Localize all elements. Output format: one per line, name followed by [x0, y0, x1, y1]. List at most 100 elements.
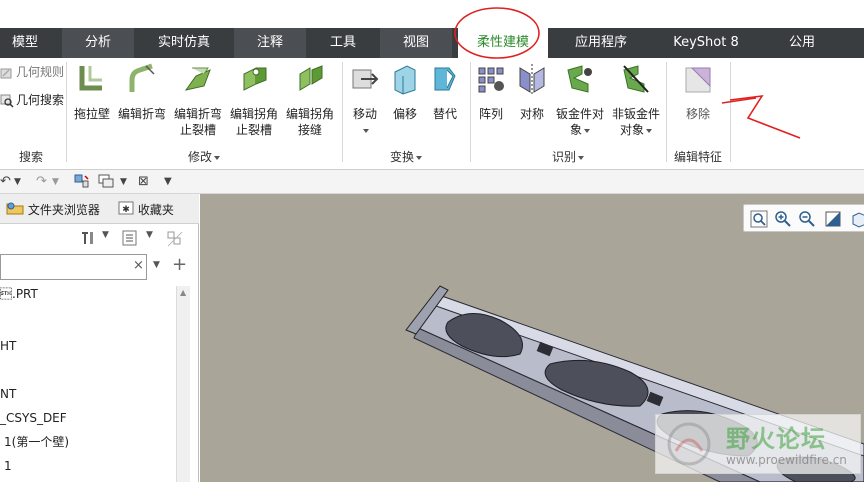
chevron-down-icon: [416, 155, 422, 160]
tab-folder-browser[interactable]: 文件夹浏览器: [6, 200, 100, 218]
tab-favorites[interactable]: ✱ 收藏夹: [118, 200, 174, 218]
pull-wall-button[interactable]: 拖拉壁: [64, 62, 120, 122]
undo-dropdown-icon[interactable]: ▼: [14, 173, 21, 191]
tab-flexible-modeling[interactable]: 柔性建模: [458, 28, 548, 58]
group-label-modify[interactable]: 修改: [66, 148, 342, 165]
geometry-rule-button[interactable]: 几何规则: [0, 62, 64, 82]
geometry-rule-label: 几何规则: [16, 65, 65, 79]
forum-watermark: 野火论坛 www.proewildfire.cn: [655, 414, 861, 474]
tree-toolbar: ▼ ▼: [0, 224, 199, 252]
remove-label: 移除: [685, 107, 710, 121]
windows-icon[interactable]: [98, 173, 114, 191]
tree-item-csys[interactable]: _CSYS_DEF: [0, 408, 67, 428]
tree-item-feature[interactable]: 1: [4, 456, 12, 476]
model-tree-panel: 文件夹浏览器 ✱ 收藏夹 ▼ ▼ × ▼ + .PRT HT NT _CSYS…: [0, 194, 199, 482]
watermark-url: www.proewildfire.cn: [726, 453, 847, 467]
non-sheetmetal-object-button[interactable]: 非钣金件 对象: [608, 62, 664, 138]
edit-bend-relief-button[interactable]: 编辑折弯 止裂槽: [170, 62, 226, 138]
edit-corner-relief-label-2: 止裂槽: [235, 123, 272, 137]
graphics-viewport[interactable]: 野火论坛 www.proewildfire.cn: [200, 194, 864, 482]
add-filter-icon[interactable]: +: [172, 254, 187, 275]
edit-corner-seam-button[interactable]: 编辑拐角 接缝: [282, 62, 338, 138]
redo-dropdown-icon[interactable]: ▼: [52, 173, 59, 191]
symmetry-icon: [516, 62, 548, 96]
edit-corner-relief-icon: [238, 62, 270, 96]
saved-orientations-icon[interactable]: [850, 210, 864, 228]
group-label-search: 搜索: [18, 150, 43, 164]
chevron-down-icon: [363, 128, 369, 133]
pull-wall-label: 拖拉壁: [73, 107, 110, 121]
move-label: 移动: [352, 107, 377, 121]
navigator-tabs: 文件夹浏览器 ✱ 收藏夹: [0, 194, 199, 224]
zoom-in-icon[interactable]: [774, 210, 792, 228]
tab-applications[interactable]: 应用程序: [552, 28, 650, 58]
geometry-rule-icon: [0, 66, 14, 80]
show-list-dropdown-icon[interactable]: ▼: [146, 230, 153, 240]
edit-corner-seam-icon: [294, 62, 326, 96]
undo-icon[interactable]: ↶: [0, 173, 11, 191]
watermark-text: 野火论坛: [726, 425, 826, 453]
edit-corner-seam-label-2: 接缝: [297, 123, 322, 137]
group-label-edit-feature: 编辑特征: [673, 150, 722, 164]
tab-simulation[interactable]: 实时仿真: [134, 28, 234, 58]
chevron-down-icon: [214, 155, 220, 160]
tab-analysis[interactable]: 分析: [62, 28, 134, 58]
tree-item-front-plane[interactable]: NT: [0, 384, 16, 404]
show-list-icon[interactable]: [122, 230, 138, 249]
quick-access-toolbar: ↶ ▼ ↷ ▼ ▼ ⊠ ▼: [0, 170, 864, 194]
tree-scrollbar[interactable]: ▲: [176, 286, 190, 482]
tab-view[interactable]: 视图: [380, 28, 452, 58]
zoom-out-icon[interactable]: [798, 210, 816, 228]
geometry-search-button[interactable]: 几何搜索: [0, 90, 64, 110]
edit-bend-relief-label-1: 编辑折弯: [173, 107, 222, 121]
folder-icon: [6, 200, 24, 221]
edit-corner-relief-label-1: 编辑拐角: [229, 107, 278, 121]
tab-annotate[interactable]: 注释: [234, 28, 306, 58]
svg-text:✱: ✱: [122, 205, 130, 215]
scroll-up-icon[interactable]: ▲: [180, 288, 186, 297]
tree-search-input[interactable]: [0, 254, 147, 280]
tab-common[interactable]: 公用: [762, 28, 842, 58]
tab-tools[interactable]: 工具: [306, 28, 380, 58]
edit-bend-icon: [126, 62, 158, 96]
remove-button[interactable]: 移除: [670, 62, 726, 122]
non-sheetmetal-object-icon: [620, 62, 652, 96]
group-separator: [730, 62, 731, 162]
sheetmetal-object-label-1: 钣金件对: [555, 107, 604, 121]
non-sheetmetal-object-label-1: 非钣金件: [611, 107, 660, 121]
tab-model[interactable]: 模型: [0, 28, 50, 58]
tree-item-right-plane[interactable]: HT: [0, 336, 16, 356]
edit-bend-button[interactable]: 编辑折弯: [114, 62, 170, 122]
replace-icon: [429, 62, 461, 96]
repaint-icon[interactable]: [824, 210, 842, 228]
refit-icon[interactable]: [750, 210, 768, 228]
window-top-strip: [0, 0, 864, 28]
tree-item-root-part[interactable]: .PRT: [0, 284, 38, 304]
chevron-down-icon: [584, 128, 590, 133]
ribbon-tabbar: 模型 分析 实时仿真 注释 工具 视图 柔性建模 应用程序 KeyShot 8 …: [0, 28, 864, 58]
tree-settings-icon[interactable]: [80, 230, 96, 249]
sheetmetal-object-button[interactable]: 钣金件对象: [552, 62, 608, 138]
redo-icon[interactable]: ↷: [36, 173, 47, 191]
group-label-identify[interactable]: 识别: [470, 148, 666, 165]
chevron-down-icon: [578, 155, 584, 160]
tab-keyshot[interactable]: KeyShot 8: [654, 28, 758, 58]
customize-toolbar-icon[interactable]: ▼: [164, 173, 172, 191]
pattern-icon: [475, 62, 507, 96]
sheetmetal-object-label-2: 象: [569, 123, 582, 137]
group-separator: [666, 62, 667, 162]
ribbon-panel: 几何规则 几何搜索 搜索 拖拉壁 编辑折弯 编辑折弯止裂槽 编辑拐角止裂槽: [0, 58, 864, 170]
regenerate-icon[interactable]: [74, 173, 90, 191]
sheetmetal-object-icon: [564, 62, 596, 96]
edit-corner-relief-button[interactable]: 编辑拐角 止裂槽: [226, 62, 282, 138]
watermark-logo-icon: [664, 421, 714, 470]
windows-dropdown-icon[interactable]: ▼: [120, 173, 127, 191]
group-label-transform[interactable]: 变换: [342, 148, 470, 165]
tree-filter-icon[interactable]: [166, 230, 184, 251]
tree-settings-dropdown-icon[interactable]: ▼: [102, 230, 109, 240]
search-dropdown-icon[interactable]: ▼: [153, 260, 160, 270]
edit-bend-relief-label-2: 止裂槽: [179, 123, 216, 137]
clear-search-icon[interactable]: ×: [133, 258, 144, 273]
close-window-icon[interactable]: ⊠: [138, 173, 149, 191]
tree-item-first-wall[interactable]: 1(第一个壁): [4, 432, 69, 452]
